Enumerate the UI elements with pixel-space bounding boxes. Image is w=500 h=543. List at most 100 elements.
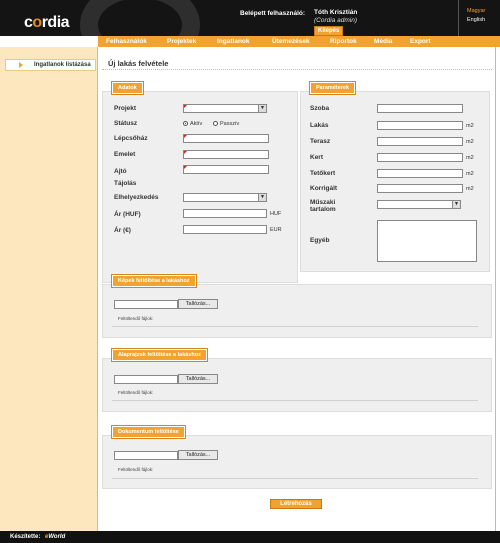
door-input[interactable] [183, 165, 269, 174]
status-passive-radio[interactable] [213, 121, 218, 126]
logged-in-label: Belépett felhasználó: [240, 10, 306, 17]
room-input[interactable] [377, 104, 463, 113]
staircase-input[interactable] [183, 134, 269, 143]
nav-properties[interactable]: Ingatlanok [217, 38, 250, 45]
logo-o: o [32, 14, 42, 31]
plans-browse-button[interactable]: Tallózás... [178, 374, 218, 384]
footer-brand-logo[interactable]: eWorld [45, 534, 65, 540]
sidebar-item-label: Ingatlanok listázása [34, 62, 91, 68]
footer-made-by: Készítette: [10, 534, 41, 540]
flat-area-input[interactable] [377, 121, 463, 130]
price-huf-label: Ár (HUF) [114, 211, 141, 218]
status-active-label: Aktív [190, 121, 203, 127]
docs-files-list [112, 478, 478, 479]
garden-unit: m2 [466, 155, 474, 161]
price-huf-unit: HUF [270, 211, 282, 217]
orientation-label: Tájolás [114, 180, 137, 187]
chevron-down-icon: ▼ [258, 194, 266, 201]
staircase-label: Lépcsőház [114, 135, 148, 142]
nav-export[interactable]: Export [410, 38, 431, 45]
user-name: Tóth Krisztián [314, 9, 358, 16]
plans-file-input[interactable] [114, 375, 178, 384]
position-label: Elhelyezkedés [114, 194, 159, 201]
language-switcher: Magyar English [458, 0, 500, 36]
door-label: Ajtó [114, 168, 127, 175]
main-content: Új lakás felvétele Adatok Projekt ▼ Stát… [98, 47, 496, 531]
arrow-right-icon [19, 62, 23, 68]
docs-files-label: Feltöltendő fájlok: [118, 467, 154, 472]
project-select[interactable]: ▼ [183, 104, 267, 113]
docs-browse-button[interactable]: Tallózás... [178, 450, 218, 460]
plans-files-label: Feltöltendő fájlok: [118, 390, 154, 395]
docs-upload-panel [102, 435, 492, 489]
price-eur-input[interactable] [183, 225, 267, 234]
images-files-list [112, 326, 478, 327]
images-file-input[interactable] [114, 300, 178, 309]
garden-label: Kert [310, 154, 324, 161]
docs-upload-tab: Dokumentum feltöltése [111, 425, 186, 439]
price-huf-input[interactable] [183, 209, 267, 218]
flat-area-label: Lakás [310, 122, 329, 129]
header-swoosh-graphic [80, 0, 200, 36]
tech-content-label: Műszaki tartalom [310, 199, 336, 213]
other-textarea[interactable] [377, 220, 477, 262]
main-nav: Felhasználók Projektek Ingatlanok Ütemez… [0, 36, 500, 47]
images-files-label: Feltöltendő fájlok: [118, 316, 154, 321]
parameterek-tab: Paraméterek [308, 81, 357, 95]
project-label: Projekt [114, 105, 137, 112]
logo-rdia: rdia [41, 14, 70, 31]
terrace-input[interactable] [377, 137, 463, 146]
docs-file-input[interactable] [114, 451, 178, 460]
roofgarden-input[interactable] [377, 169, 463, 178]
price-eur-unit: EUR [270, 227, 282, 233]
status-label: Státusz [114, 120, 138, 127]
terrace-unit: m2 [466, 139, 474, 145]
sidebar: Ingatlanok listázása [0, 47, 98, 531]
lang-english-link[interactable]: English [467, 17, 485, 23]
nav-users[interactable]: Felhasználók [106, 38, 147, 45]
chevron-down-icon: ▼ [258, 105, 266, 112]
lang-hungarian-link[interactable]: Magyar [467, 8, 485, 14]
page-title: Új lakás felvétele [108, 59, 169, 68]
title-divider [102, 69, 492, 70]
flat-area-unit: m2 [466, 123, 474, 129]
roofgarden-unit: m2 [466, 171, 474, 177]
nav-reports[interactable]: Riportok [330, 38, 357, 45]
status-active-radio[interactable] [183, 121, 188, 126]
footer: Készítette: eWorld [0, 531, 500, 543]
position-select[interactable]: ▼ [183, 193, 267, 202]
images-upload-tab: Képek feltöltése a lakáshoz [111, 274, 197, 288]
corrected-label: Korrigált [310, 185, 338, 192]
room-label: Szoba [310, 105, 330, 112]
nav-projects[interactable]: Projektek [167, 38, 196, 45]
nav-media[interactable]: Média [374, 38, 392, 45]
garden-input[interactable] [377, 153, 463, 162]
sidebar-item-property-list[interactable]: Ingatlanok listázása [5, 59, 96, 71]
footer-brand-world: World [48, 534, 66, 540]
tech-content-select[interactable]: ▼ [377, 200, 461, 209]
chevron-down-icon: ▼ [452, 201, 460, 208]
create-button[interactable]: Létrehozás [270, 499, 322, 509]
plans-upload-panel [102, 358, 492, 412]
tech-content-label-line2: tartalom [310, 206, 336, 213]
user-role: (Cordia admin) [314, 17, 357, 24]
adatok-tab: Adatok [111, 81, 144, 95]
corrected-unit: m2 [466, 186, 474, 192]
roofgarden-label: Tetőkert [310, 170, 336, 177]
floor-input[interactable] [183, 150, 269, 159]
images-browse-button[interactable]: Tallózás... [178, 299, 218, 309]
tech-content-label-line1: Műszaki [310, 199, 336, 206]
corrected-input[interactable] [377, 184, 463, 193]
nav-schedules[interactable]: Ütemezések [272, 38, 310, 45]
price-eur-label: Ár (€) [114, 227, 131, 234]
terrace-label: Terasz [310, 138, 331, 145]
logout-button[interactable]: Kilépés [314, 26, 344, 36]
plans-upload-tab: Alaprajzok feltöltése a lakáshoz [111, 348, 208, 362]
other-label: Egyéb [310, 237, 330, 244]
images-upload-panel [102, 284, 492, 338]
cordia-logo[interactable]: cordia [24, 14, 70, 32]
floor-label: Emelet [114, 151, 136, 158]
plans-files-list [112, 400, 478, 401]
status-passive-label: Passzív [220, 121, 240, 127]
header: cordia Belépett felhasználó: Tóth Kriszt… [0, 0, 500, 36]
